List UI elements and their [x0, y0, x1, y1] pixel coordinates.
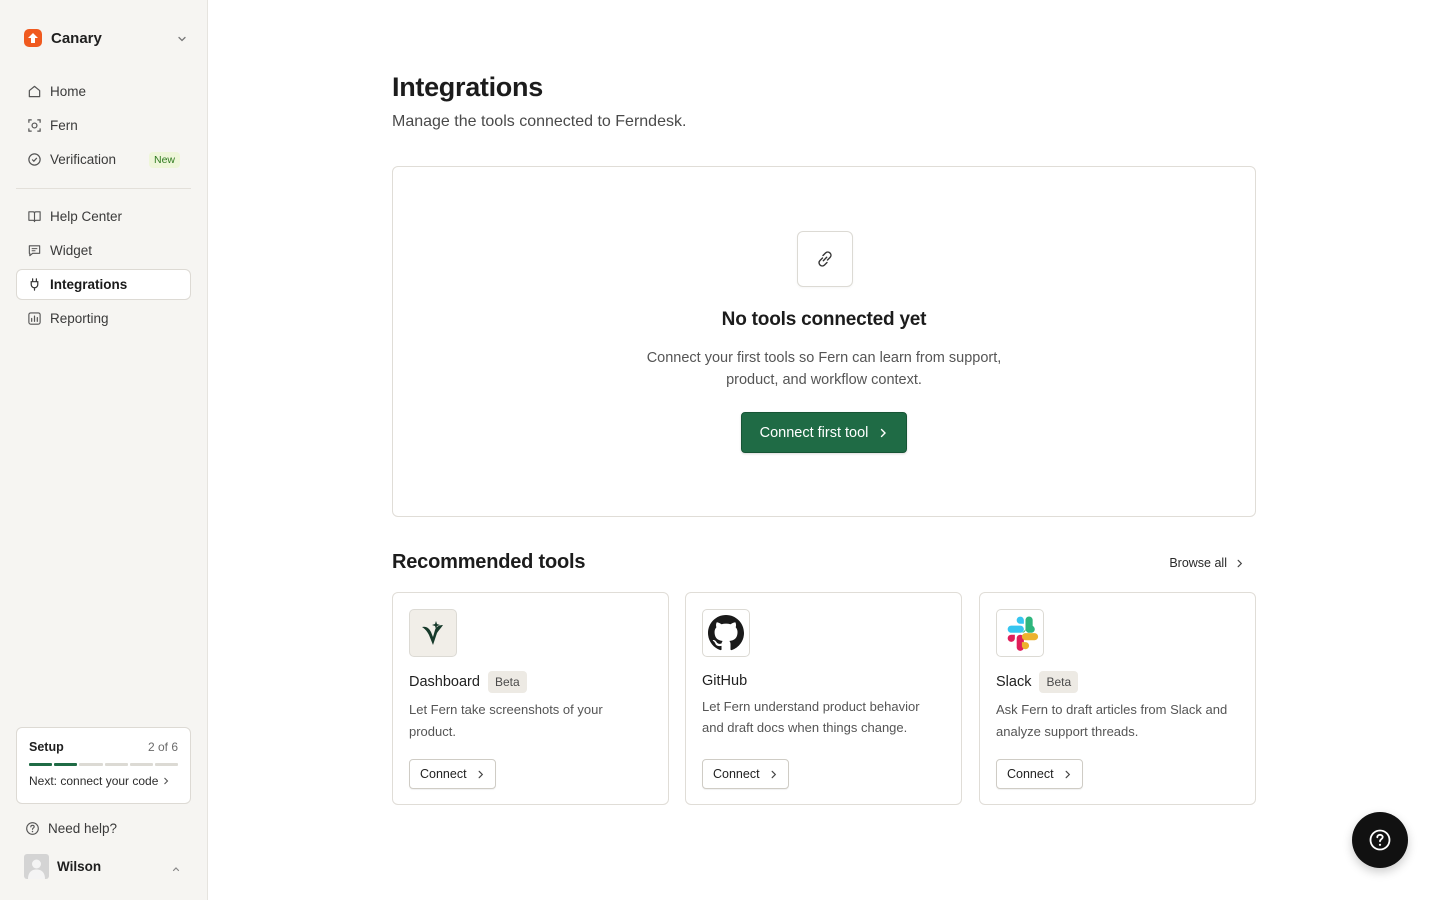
tool-description: Ask Fern to draft articles from Slack an…: [996, 702, 1228, 739]
setup-count: 2 of 6: [147, 740, 178, 754]
new-badge: New: [148, 151, 180, 168]
chart-icon: [26, 311, 42, 327]
user-name: Wilson: [57, 858, 102, 874]
secondary-nav: Help Center Widget Integrations Reportin…: [16, 201, 191, 337]
progress-segment: [54, 763, 78, 766]
connect-label: Connect: [420, 767, 467, 781]
connect-dashboard-button[interactable]: Connect: [409, 759, 496, 789]
tool-card-dashboard: Dashboard Beta Let Fern take screenshots…: [392, 592, 669, 805]
slack-logo-icon: [996, 609, 1044, 657]
tool-card-slack: Slack Beta Ask Fern to draft articles fr…: [979, 592, 1256, 805]
nav-item-reporting[interactable]: Reporting: [16, 303, 191, 334]
setup-title: Setup: [29, 740, 64, 754]
nav-item-widget[interactable]: Widget: [16, 235, 191, 266]
progress-segment: [154, 763, 179, 766]
connect-first-tool-button[interactable]: Connect first tool: [741, 412, 907, 453]
check-circle-icon: [26, 152, 42, 168]
unlinked-chain-icon: [797, 231, 853, 287]
nav-item-fern[interactable]: Fern: [16, 110, 191, 141]
progress-segment: [29, 763, 53, 766]
setup-progress-card[interactable]: Setup 2 of 6 Next: connect your code: [16, 727, 191, 804]
nav-item-verification[interactable]: Verification New: [16, 144, 191, 175]
plug-icon: [26, 277, 42, 293]
nav-label: Help Center: [50, 209, 123, 224]
page-subtitle: Manage the tools connected to Ferndesk.: [392, 113, 687, 130]
connect-label: Connect: [1007, 767, 1054, 781]
question-circle-icon: [1368, 828, 1392, 852]
tool-name: Slack: [996, 674, 1032, 690]
chevron-up-icon: [171, 861, 181, 879]
workspace-name: Canary: [51, 29, 102, 47]
help-chat-button[interactable]: [1352, 812, 1408, 868]
chevron-right-icon: [769, 770, 778, 779]
connect-first-tool-label: Connect first tool: [759, 424, 869, 441]
page-title: Integrations: [392, 72, 543, 102]
empty-state-title: No tools connected yet: [721, 309, 927, 330]
chat-bubble-icon: [26, 243, 42, 259]
chevron-right-icon: [476, 770, 485, 779]
nav-label: Home: [50, 84, 87, 99]
setup-next-step-link[interactable]: Next: connect your code: [29, 774, 178, 788]
workspace-logo-icon: [24, 29, 42, 47]
connect-label: Connect: [713, 767, 760, 781]
tool-name: Dashboard: [409, 674, 480, 690]
empty-state-card: No tools connected yet Connect your firs…: [392, 166, 1256, 517]
sidebar: Canary Home Fern Verification New Help C…: [0, 0, 208, 900]
primary-nav: Home Fern Verification New: [16, 76, 191, 178]
progress-segment: [129, 763, 153, 766]
recommended-tools-title: Recommended tools: [392, 551, 586, 573]
empty-state-description: Connect your first tools so Fern can lea…: [646, 350, 1002, 388]
tool-card-github: GitHub Let Fern understand product behav…: [685, 592, 962, 805]
nav-label: Integrations: [50, 277, 128, 292]
fern-scan-icon: [26, 118, 42, 134]
browse-all-label: Browse all: [1169, 556, 1227, 570]
setup-progress-bar: [29, 763, 179, 766]
nav-item-help-center[interactable]: Help Center: [16, 201, 191, 232]
progress-segment: [79, 763, 103, 766]
home-icon: [26, 84, 42, 100]
nav-label: Reporting: [50, 311, 109, 326]
workspace-switcher[interactable]: Canary: [16, 22, 192, 54]
avatar: [24, 853, 49, 879]
tool-name: GitHub: [702, 673, 748, 689]
chevron-right-icon: [878, 428, 888, 438]
nav-item-home[interactable]: Home: [16, 76, 191, 107]
need-help-label: Need help?: [48, 820, 118, 836]
nav-item-integrations[interactable]: Integrations: [16, 269, 191, 300]
github-logo-icon: [702, 609, 750, 657]
sidebar-divider: [16, 188, 191, 189]
chevron-right-icon: [1063, 770, 1072, 779]
connect-github-button[interactable]: Connect: [702, 759, 789, 789]
book-icon: [26, 209, 42, 225]
tool-description: Let Fern understand product behavior and…: [702, 699, 920, 735]
need-help-link[interactable]: Need help?: [16, 815, 191, 841]
dashboard-logo-icon: [409, 609, 457, 657]
browse-all-link[interactable]: Browse all: [1169, 556, 1244, 570]
tool-description: Let Fern take screenshots of your produc…: [409, 702, 603, 739]
connect-slack-button[interactable]: Connect: [996, 759, 1083, 789]
user-menu[interactable]: Wilson: [16, 852, 191, 880]
question-circle-icon: [25, 821, 40, 836]
chevron-right-icon: [162, 777, 170, 785]
progress-segment: [104, 763, 128, 766]
nav-label: Widget: [50, 243, 93, 258]
nav-label: Fern: [50, 118, 78, 133]
nav-label: Verification: [50, 152, 117, 167]
chevron-down-icon: [176, 32, 188, 50]
beta-badge: Beta: [1039, 671, 1079, 693]
setup-next-label: Next: connect your code: [29, 774, 159, 788]
chevron-right-icon: [1235, 559, 1244, 568]
beta-badge: Beta: [487, 671, 527, 693]
